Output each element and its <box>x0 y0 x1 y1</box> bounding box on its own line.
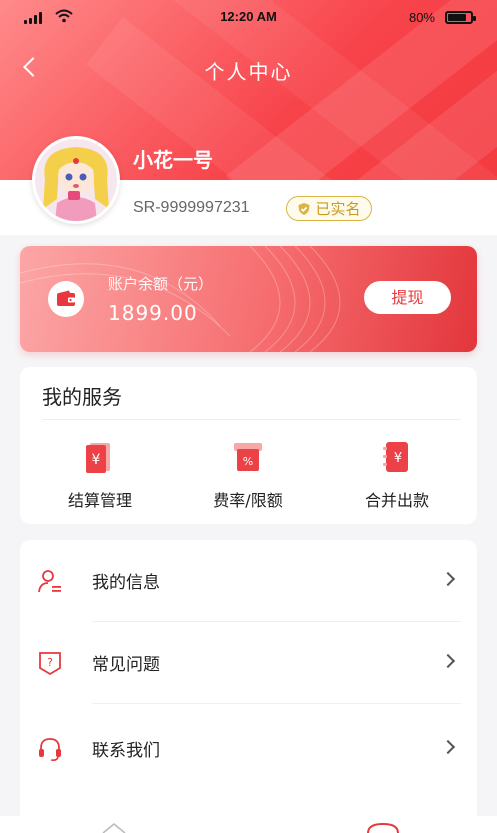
verified-label: 已实名 <box>315 200 361 218</box>
battery-icon <box>445 11 476 24</box>
headset-icon <box>39 738 61 761</box>
menu-item-faq[interactable]: ? 常见问题 <box>20 622 477 704</box>
faq-icon: ? <box>39 652 61 676</box>
settlement-icon: ¥ <box>86 443 110 473</box>
divider <box>42 419 461 420</box>
svg-text:¥: ¥ <box>394 451 402 466</box>
service-settlement[interactable]: ¥ 结算管理 <box>35 437 165 510</box>
tab-bar-icons <box>102 822 399 833</box>
menu-label: 联系我们 <box>92 741 160 761</box>
service-merge-payout[interactable]: ¥ 合并出款 <box>332 437 462 510</box>
user-id: SR-9999997231 <box>133 199 250 216</box>
svg-text:%: % <box>243 455 253 468</box>
services-title: 我的服务 <box>42 385 122 409</box>
username: 小花一号 <box>133 148 213 172</box>
verified-shield-icon <box>298 202 310 215</box>
menu-item-contact[interactable]: 联系我们 <box>20 704 477 790</box>
page-title: 个人中心 <box>204 60 293 84</box>
balance-label: 账户余额（元） <box>108 275 214 293</box>
verified-badge: 已实名 <box>286 196 372 221</box>
svg-text:?: ? <box>47 656 53 669</box>
tab-bar <box>0 816 497 833</box>
service-label: 结算管理 <box>67 491 132 510</box>
chevron-right-icon <box>440 739 456 755</box>
balance-card: 账户余额（元） 1899.00 提现 <box>20 246 477 352</box>
menu-item-my-info[interactable]: 我的信息 <box>20 540 477 622</box>
withdraw-button[interactable]: 提现 <box>364 281 451 314</box>
rate-limit-icon: % <box>234 443 262 471</box>
wallet-icon <box>48 281 84 317</box>
services-card: 我的服务 ¥ 结算管理 % 费率/限额 ¥ 合并出款 <box>20 367 477 524</box>
avatar[interactable] <box>32 136 120 224</box>
chevron-right-icon <box>440 571 456 587</box>
menu-label: 我的信息 <box>92 573 160 593</box>
service-rate-limit[interactable]: % 费率/限额 <box>183 437 313 510</box>
chevron-right-icon <box>440 653 456 669</box>
battery-percent: 80% <box>408 10 435 25</box>
svg-text:¥: ¥ <box>92 452 101 468</box>
balance-value: 1899.00 <box>108 301 198 325</box>
merge-payout-icon: ¥ <box>383 442 408 472</box>
menu-card: 我的信息 ? 常见问题 联系我们 <box>20 540 477 833</box>
menu-label: 常见问题 <box>92 655 160 675</box>
service-label: 合并出款 <box>364 491 429 510</box>
user-info-icon <box>38 570 61 593</box>
service-label: 费率/限额 <box>213 491 283 510</box>
status-bar: 12:20 AM 80% <box>0 0 497 36</box>
